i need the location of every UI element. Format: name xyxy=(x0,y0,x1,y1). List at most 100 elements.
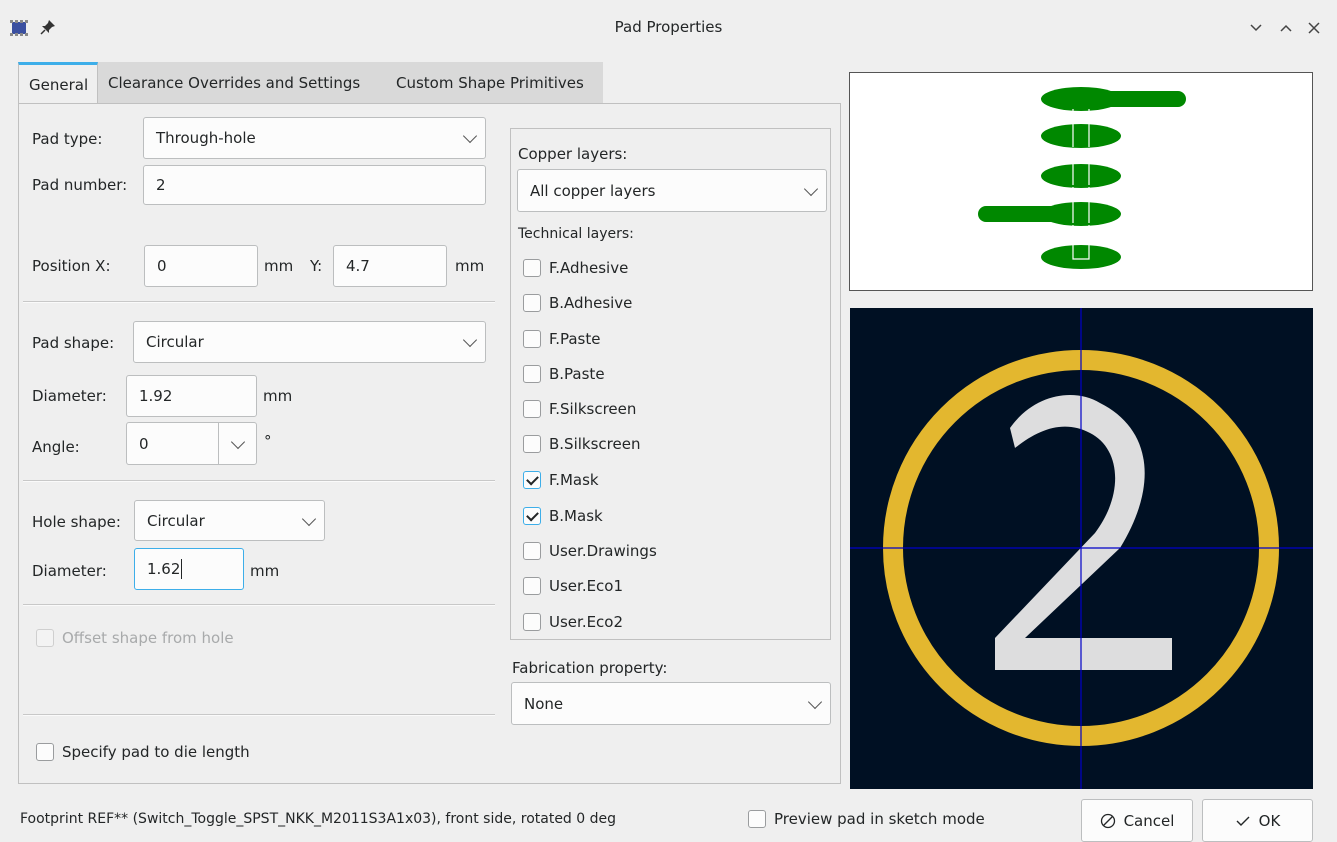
layer-label: F.Paste xyxy=(549,330,601,348)
chevron-down-icon xyxy=(462,332,478,348)
checkbox[interactable] xyxy=(523,471,541,489)
pad-number-label: Pad number: xyxy=(32,176,128,194)
text-cursor xyxy=(181,559,183,579)
checkmark-icon xyxy=(1236,816,1250,826)
layer-label: F.Silkscreen xyxy=(549,400,637,418)
tab-general[interactable]: General xyxy=(18,62,98,104)
pad-shape-label: Pad shape: xyxy=(32,334,115,352)
hole-diameter-value: 1.62 xyxy=(147,560,181,578)
sketch-mode-checkbox-box[interactable] xyxy=(748,810,766,828)
angle-dropdown-button[interactable] xyxy=(218,423,257,464)
checkbox[interactable] xyxy=(523,542,541,560)
diameter-input[interactable]: 1.92 xyxy=(126,375,257,417)
tab-clearance-label: Clearance Overrides and Settings xyxy=(108,73,361,92)
section-divider xyxy=(23,604,495,606)
layer-checkbox-f-mask[interactable]: F.Mask xyxy=(523,467,599,493)
angle-combo[interactable]: 0 xyxy=(126,422,257,465)
layer-checkbox-f-paste[interactable]: F.Paste xyxy=(523,326,600,352)
section-divider xyxy=(23,714,495,716)
pad-to-die-checkbox[interactable]: Specify pad to die length xyxy=(36,743,250,761)
window-title: Pad Properties xyxy=(614,18,723,36)
checkbox[interactable] xyxy=(523,435,541,453)
copper-layers-value: All copper layers xyxy=(530,181,656,200)
offset-shape-checkbox-box[interactable] xyxy=(36,629,54,647)
chevron-down-icon xyxy=(462,128,478,144)
layer-label: User.Drawings xyxy=(549,542,657,560)
layer-checkbox-b-adhesive[interactable]: B.Adhesive xyxy=(523,290,632,316)
layer-label: F.Adhesive xyxy=(549,259,629,277)
position-y-label: Y: xyxy=(310,257,323,275)
pad-to-die-checkbox-box[interactable] xyxy=(36,743,54,761)
close-icon[interactable] xyxy=(1300,14,1328,42)
layer-checkbox-b-paste[interactable]: B.Paste xyxy=(523,361,605,387)
layer-label: B.Mask xyxy=(549,507,603,525)
fabrication-property-select[interactable]: None xyxy=(511,682,831,725)
position-x-input[interactable]: 0 xyxy=(144,245,258,287)
section-divider xyxy=(23,480,495,482)
checkbox[interactable] xyxy=(523,507,541,525)
offset-shape-checkbox[interactable]: Offset shape from hole xyxy=(36,629,234,647)
ok-button[interactable]: OK xyxy=(1202,799,1313,842)
layer-checkbox-user-eco1[interactable]: User.Eco1 xyxy=(523,573,623,599)
layer-checkbox-user-drawings[interactable]: User.Drawings xyxy=(523,538,657,564)
pad-type-label: Pad type: xyxy=(32,130,103,148)
pad-type-value: Through-hole xyxy=(156,129,256,147)
position-x-value: 0 xyxy=(157,257,167,275)
pad-shape-value: Circular xyxy=(146,333,204,351)
sketch-mode-label: Preview pad in sketch mode xyxy=(774,810,985,828)
title-bar: Pad Properties xyxy=(0,0,1337,58)
pad-type-select[interactable]: Through-hole xyxy=(143,117,486,159)
chevron-down-icon xyxy=(230,434,246,449)
pad-number-glyph xyxy=(995,395,1172,670)
chevron-down-icon xyxy=(301,511,317,526)
tab-clearance-overrides[interactable]: Clearance Overrides and Settings xyxy=(98,62,386,104)
cancel-label: Cancel xyxy=(1123,811,1175,830)
hole-diameter-unit: mm xyxy=(250,562,280,580)
diameter-label: Diameter: xyxy=(32,387,107,405)
tab-custom-shape-primitives[interactable]: Custom Shape Primitives xyxy=(386,62,603,104)
checkbox[interactable] xyxy=(523,577,541,595)
copper-layers-select[interactable]: All copper layers xyxy=(517,169,827,212)
sketch-mode-checkbox[interactable]: Preview pad in sketch mode xyxy=(748,810,985,828)
cancel-button[interactable]: Cancel xyxy=(1081,799,1193,842)
layer-checkbox-user-eco2[interactable]: User.Eco2 xyxy=(523,609,623,635)
ok-label: OK xyxy=(1258,811,1281,830)
minimize-icon[interactable] xyxy=(1242,14,1270,42)
layer-label: B.Paste xyxy=(549,365,605,383)
layer-label: B.Adhesive xyxy=(549,294,633,312)
hole-diameter-input[interactable]: 1.62 xyxy=(134,548,244,590)
cancel-icon xyxy=(1100,813,1115,828)
checkbox[interactable] xyxy=(523,400,541,418)
layer-checkbox-f-silkscreen[interactable]: F.Silkscreen xyxy=(523,396,636,422)
layer-checkbox-b-silkscreen[interactable]: B.Silkscreen xyxy=(523,431,640,457)
position-y-input[interactable]: 4.7 xyxy=(333,245,447,287)
offset-shape-label: Offset shape from hole xyxy=(62,629,234,647)
layer-checkbox-f-adhesive[interactable]: F.Adhesive xyxy=(523,255,628,281)
angle-label: Angle: xyxy=(32,438,80,456)
pad-number-value: 2 xyxy=(156,176,166,194)
hole-shape-select[interactable]: Circular xyxy=(134,500,325,541)
checkbox[interactable] xyxy=(523,365,541,383)
checkbox[interactable] xyxy=(523,613,541,631)
layer-checkbox-b-mask[interactable]: B.Mask xyxy=(523,503,603,529)
checkbox[interactable] xyxy=(523,330,541,348)
tab-custom-shape-label: Custom Shape Primitives xyxy=(396,73,584,92)
checkbox[interactable] xyxy=(523,294,541,312)
hole-diameter-label: Diameter: xyxy=(32,562,107,580)
tab-general-label: General xyxy=(29,75,89,94)
angle-unit: ° xyxy=(264,432,272,450)
hole-shape-value: Circular xyxy=(147,511,205,530)
status-text: Footprint REF** (Switch_Toggle_SPST_NKK_… xyxy=(20,811,617,827)
technical-layers-label: Technical layers: xyxy=(518,226,634,242)
maximize-icon[interactable] xyxy=(1272,14,1300,42)
position-x-label: Position X: xyxy=(32,257,111,275)
layer-label: B.Silkscreen xyxy=(549,435,641,453)
pad-shape-select[interactable]: Circular xyxy=(133,321,486,363)
position-x-unit: mm xyxy=(264,257,294,275)
position-y-value: 4.7 xyxy=(346,257,370,275)
diameter-unit: mm xyxy=(263,387,293,405)
pad-number-input[interactable]: 2 xyxy=(143,165,486,205)
checkbox[interactable] xyxy=(523,259,541,277)
pad-stack-drawing xyxy=(978,87,1186,269)
fabrication-property-label: Fabrication property: xyxy=(512,659,668,677)
